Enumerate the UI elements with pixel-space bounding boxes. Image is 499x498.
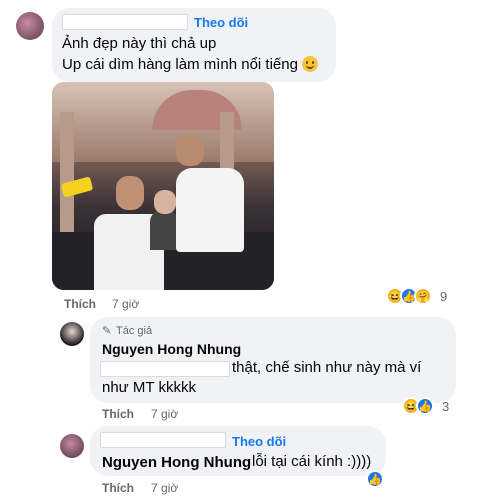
follow-link[interactable]: Theo dõi (194, 15, 248, 30)
comment-photo[interactable] (52, 82, 274, 290)
reaction-count: 3 (442, 399, 450, 414)
redacted-name (62, 14, 188, 30)
reaction-summary[interactable]: 😆 👍 3 (402, 397, 458, 417)
redacted-mention (100, 361, 230, 377)
pencil-icon: ✎ (102, 325, 112, 337)
reply-text: lỗi tại cái kính :)))) (252, 453, 372, 470)
mention-link[interactable]: Nguyen Hong Nhung (102, 454, 251, 471)
reaction-count: 9 (440, 289, 448, 304)
like-button[interactable]: Thích (64, 297, 96, 311)
comment-line-1: Ảnh đẹp này thì chả up (62, 35, 217, 52)
timestamp[interactable]: 7 giờ (112, 297, 139, 311)
reply-line-1: thật, chế sinh như này mà ví (232, 359, 422, 376)
redacted-name (100, 432, 226, 448)
commenter-avatar[interactable] (16, 12, 44, 40)
author-badge: Tác giả (116, 325, 153, 337)
smile-emoji-icon (302, 56, 319, 72)
reaction-summary[interactable]: 😆 👍 🤗 9 (386, 287, 456, 307)
reply-line-2: như MT kkkkk (102, 379, 196, 396)
like-button[interactable]: Thích (102, 407, 134, 421)
like-reaction-icon[interactable]: 👍 (366, 470, 384, 488)
author-avatar[interactable] (60, 322, 84, 346)
comment-line-2: Up cái dìm hàng làm mình nổi tiếng (62, 55, 319, 75)
commenter-avatar[interactable] (60, 434, 84, 458)
care-reaction-icon: 🤗 (414, 287, 432, 305)
comment-line-2-text: Up cái dìm hàng làm mình nổi tiếng (62, 56, 298, 73)
author-name[interactable]: Nguyen Hong Nhung (102, 341, 241, 357)
timestamp[interactable]: 7 giờ (151, 407, 178, 421)
like-button[interactable]: Thích (102, 481, 134, 495)
like-reaction-icon: 👍 (416, 397, 434, 415)
timestamp[interactable]: 7 giờ (151, 481, 178, 495)
follow-link[interactable]: Theo dõi (232, 434, 286, 449)
